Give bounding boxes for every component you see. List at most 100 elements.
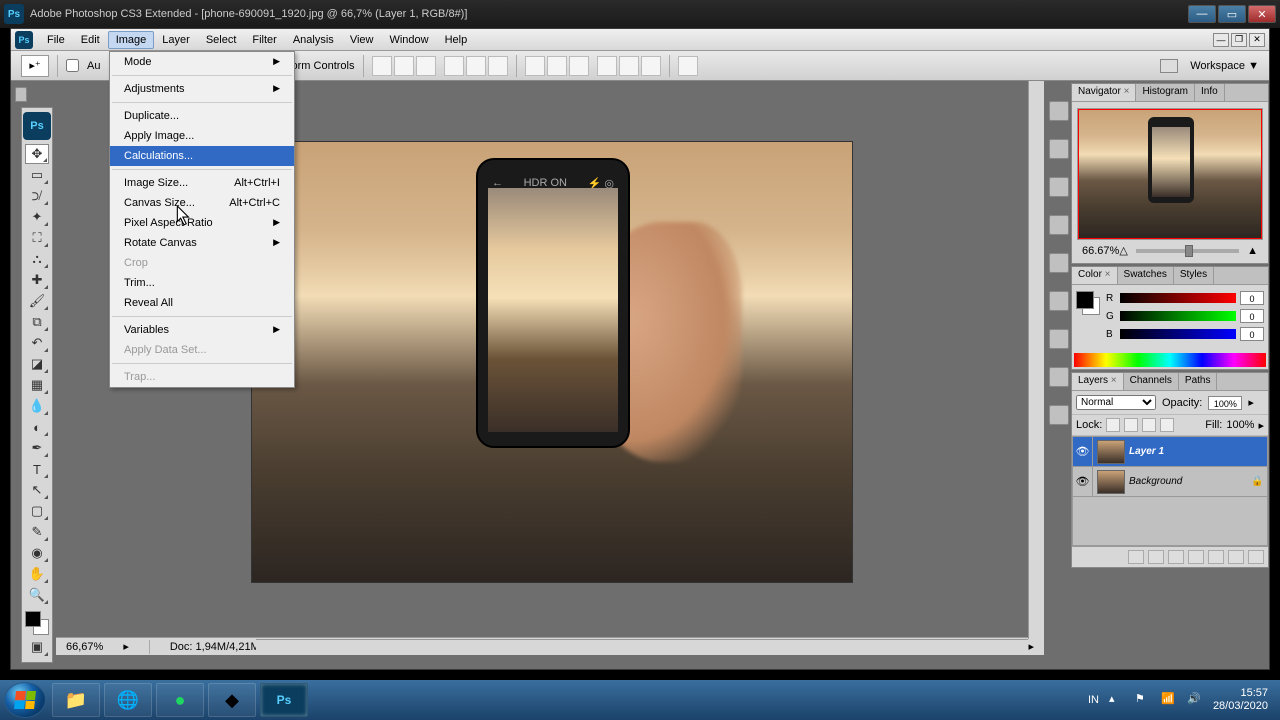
start-button[interactable] — [4, 682, 46, 718]
lock-pixels-icon[interactable] — [1124, 418, 1138, 432]
layer-name[interactable]: Background — [1129, 476, 1251, 487]
tab-color[interactable]: Color — [1072, 267, 1118, 284]
horizontal-scrollbar[interactable] — [256, 639, 1028, 655]
auto-align-icon[interactable] — [678, 56, 698, 76]
status-arrow-icon[interactable]: ▸ — [1028, 640, 1034, 653]
tool-preset-picker[interactable]: ▸⁺ — [21, 55, 49, 77]
menu-image[interactable]: Image — [108, 31, 155, 49]
distribute-left-icon[interactable] — [597, 56, 617, 76]
menu-item-canvas-size[interactable]: Canvas Size...Alt+Ctrl+C — [110, 193, 294, 213]
menu-view[interactable]: View — [342, 31, 382, 49]
r-slider[interactable] — [1120, 293, 1236, 303]
lasso-tool[interactable]: ⟉ — [25, 186, 49, 206]
taskbar-app[interactable]: ◆ — [208, 683, 256, 717]
zoom-in-icon[interactable]: ▲ — [1247, 245, 1258, 257]
link-layers-icon[interactable] — [1128, 550, 1144, 564]
adjustment-layer-icon[interactable] — [1188, 550, 1204, 564]
hand-tool[interactable]: ✋ — [25, 564, 49, 584]
doc-restore-button[interactable]: ❐ — [1231, 33, 1247, 47]
histogram-collapse-icon[interactable] — [1049, 139, 1069, 159]
g-value[interactable]: 0 — [1240, 309, 1264, 323]
navigator-zoom-readout[interactable]: 66.67% — [1082, 245, 1119, 257]
b-value[interactable]: 0 — [1240, 327, 1264, 341]
distribute-vcenter-icon[interactable] — [547, 56, 567, 76]
align-left-icon[interactable] — [444, 56, 464, 76]
menu-item-reveal-all[interactable]: Reveal All — [110, 293, 294, 313]
vertical-scrollbar[interactable] — [1028, 81, 1044, 639]
move-tool[interactable]: ✥ — [25, 144, 49, 164]
tab-swatches[interactable]: Swatches — [1118, 267, 1174, 284]
layer-thumbnail[interactable] — [1097, 440, 1125, 464]
eraser-tool[interactable]: ◪ — [25, 354, 49, 374]
maximize-button[interactable]: ▭ — [1218, 5, 1246, 23]
align-hcenter-icon[interactable] — [466, 56, 486, 76]
layer-mask-icon[interactable] — [1168, 550, 1184, 564]
menu-file[interactable]: File — [39, 31, 73, 49]
zoom-out-icon[interactable]: △ — [1119, 244, 1127, 257]
foreground-color-swatch[interactable] — [25, 611, 41, 627]
layer-row[interactable]: 👁 Layer 1 — [1073, 437, 1267, 467]
tab-channels[interactable]: Channels — [1124, 373, 1179, 390]
quick-mask-toggle[interactable]: ▣ — [25, 637, 49, 657]
distribute-right-icon[interactable] — [641, 56, 661, 76]
type-tool[interactable]: T — [25, 459, 49, 479]
minimize-button[interactable]: — — [1188, 5, 1216, 23]
navigator-collapse-icon[interactable] — [1049, 101, 1069, 121]
distribute-bottom-icon[interactable] — [569, 56, 589, 76]
blur-tool[interactable]: 💧 — [25, 396, 49, 416]
menu-window[interactable]: Window — [381, 31, 436, 49]
swatches-collapse-icon[interactable] — [1049, 253, 1069, 273]
align-right-icon[interactable] — [488, 56, 508, 76]
align-vcenter-icon[interactable] — [394, 56, 414, 76]
align-top-icon[interactable] — [372, 56, 392, 76]
menu-item-variables[interactable]: Variables▶ — [110, 320, 294, 340]
toolbox-grip[interactable] — [15, 87, 27, 102]
styles-collapse-icon[interactable] — [1049, 291, 1069, 311]
language-indicator[interactable]: IN — [1088, 694, 1099, 706]
canvas[interactable]: ← HDR ON ⚡ ◎ — [251, 141, 853, 583]
menu-item-calculations[interactable]: Calculations... — [110, 146, 294, 166]
slice-tool[interactable]: ⛬ — [25, 249, 49, 269]
healing-brush-tool[interactable]: ✚ — [25, 270, 49, 290]
dodge-tool[interactable]: ◐ — [25, 417, 49, 437]
distribute-hcenter-icon[interactable] — [619, 56, 639, 76]
menu-item-duplicate[interactable]: Duplicate... — [110, 106, 294, 126]
zoom-tool[interactable]: 🔍 — [25, 585, 49, 605]
taskbar-photoshop[interactable]: Ps — [260, 683, 308, 717]
doc-minimize-button[interactable]: — — [1213, 33, 1229, 47]
blend-mode-select[interactable]: Normal — [1076, 395, 1156, 410]
menu-help[interactable]: Help — [437, 31, 476, 49]
color-swatches[interactable] — [25, 611, 49, 635]
lock-transparency-icon[interactable] — [1106, 418, 1120, 432]
new-layer-icon[interactable] — [1228, 550, 1244, 564]
info-collapse-icon[interactable] — [1049, 177, 1069, 197]
tab-navigator[interactable]: Navigator — [1072, 84, 1136, 101]
menu-edit[interactable]: Edit — [73, 31, 108, 49]
fill-popup-icon[interactable]: ▸ — [1258, 419, 1264, 432]
visibility-toggle[interactable]: 👁 — [1073, 467, 1093, 497]
opacity-field[interactable]: 100% — [1208, 396, 1242, 410]
layer-row[interactable]: 👁 Background 🔒 — [1073, 467, 1267, 497]
doc-info-readout[interactable]: Doc: 1,94M/4,21M — [170, 641, 260, 653]
tab-histogram[interactable]: Histogram — [1136, 84, 1195, 101]
tab-info[interactable]: Info — [1195, 84, 1225, 101]
align-bottom-icon[interactable] — [416, 56, 436, 76]
tab-layers[interactable]: Layers — [1072, 373, 1124, 390]
color-spectrum[interactable] — [1074, 353, 1266, 367]
layer-name[interactable]: Layer 1 — [1129, 446, 1267, 457]
clone-stamp-tool[interactable]: ⧉ — [25, 312, 49, 332]
taskbar-explorer[interactable]: 📁 — [52, 683, 100, 717]
zoom-popup-icon[interactable]: ▸ — [123, 640, 129, 653]
color-collapse-icon[interactable] — [1049, 215, 1069, 235]
lock-position-icon[interactable] — [1142, 418, 1156, 432]
distribute-top-icon[interactable] — [525, 56, 545, 76]
menu-item-image-size[interactable]: Image Size...Alt+Ctrl+I — [110, 173, 294, 193]
magic-wand-tool[interactable]: ✦ — [25, 207, 49, 227]
color-swatch-pair[interactable] — [1076, 291, 1100, 315]
navigator-viewbox[interactable] — [1078, 109, 1262, 239]
tab-paths[interactable]: Paths — [1179, 373, 1218, 390]
paragraph-collapse-icon[interactable] — [1049, 367, 1069, 387]
character-collapse-icon[interactable] — [1049, 329, 1069, 349]
menu-item-rotate-canvas[interactable]: Rotate Canvas▶ — [110, 233, 294, 253]
workspace-switcher[interactable]: Workspace ▼ — [1190, 60, 1259, 72]
